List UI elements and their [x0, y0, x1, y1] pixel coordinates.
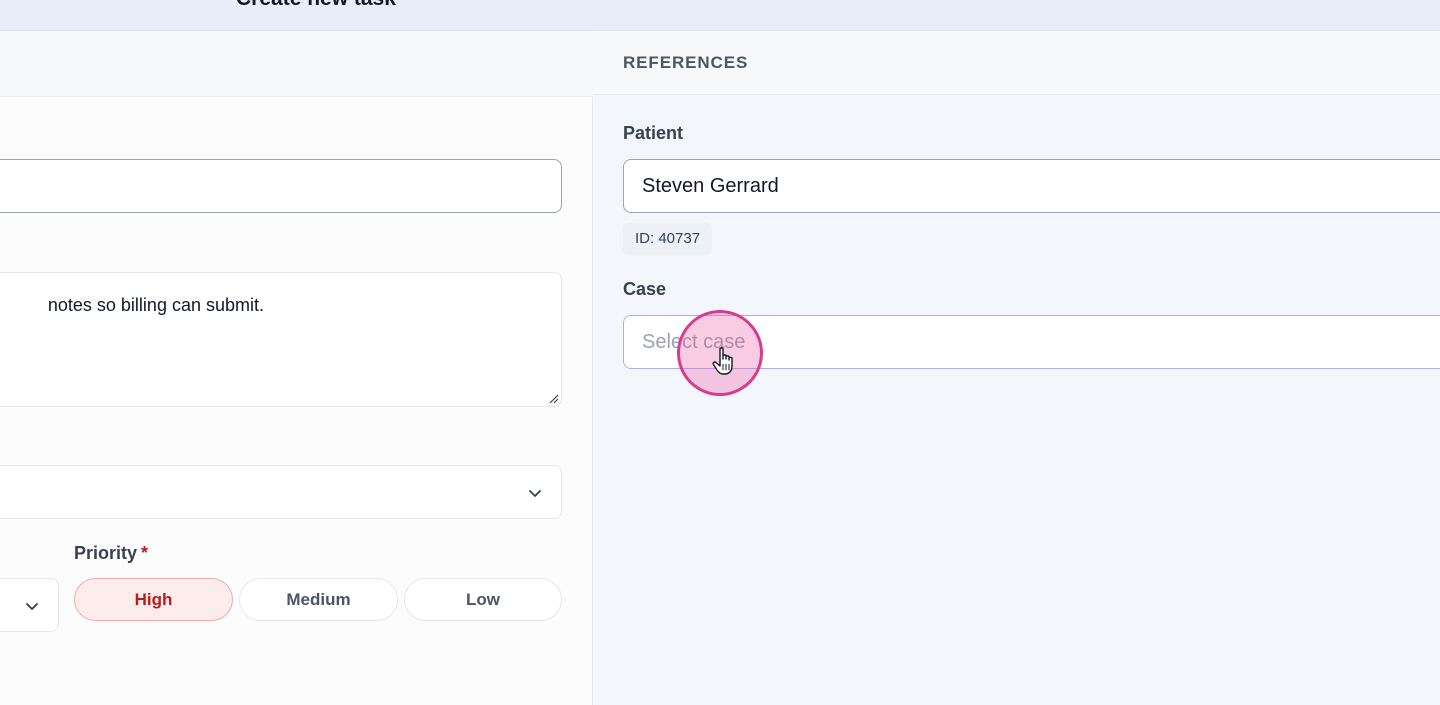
- assignee-select[interactable]: [0, 465, 562, 519]
- status-select[interactable]: [0, 578, 59, 632]
- description-textarea[interactable]: notes so billing can submit.: [0, 272, 562, 407]
- resize-handle-icon[interactable]: [547, 392, 559, 404]
- priority-label-text: Priority: [74, 543, 138, 563]
- priority-medium-button[interactable]: Medium: [239, 578, 398, 621]
- chevron-down-icon: [26, 603, 38, 610]
- chevron-down-icon: [529, 490, 541, 497]
- task-details-header: [0, 31, 593, 97]
- patient-input[interactable]: Steven Gerrard: [623, 159, 1440, 213]
- task-title-input[interactable]: [0, 159, 562, 213]
- required-asterisk: *: [141, 543, 149, 563]
- case-label: Case: [623, 279, 667, 299]
- references-title: REFERENCES: [623, 53, 749, 72]
- references-header: REFERENCES: [593, 31, 1440, 95]
- priority-low-button[interactable]: Low: [404, 578, 562, 621]
- modal-header: Create new task: [0, 0, 1440, 31]
- patient-label: Patient: [623, 123, 684, 143]
- priority-label: Priority *: [74, 543, 148, 564]
- description-text: notes so billing can submit.: [47, 295, 264, 315]
- task-details-panel: notes so billing can submit. Priority * H…: [0, 31, 593, 705]
- hand-pointer-icon: [712, 347, 733, 375]
- patient-id-chip: ID: 40737: [623, 223, 713, 255]
- modal-title: Create new task: [236, 0, 396, 11]
- priority-high-button[interactable]: High: [74, 578, 233, 621]
